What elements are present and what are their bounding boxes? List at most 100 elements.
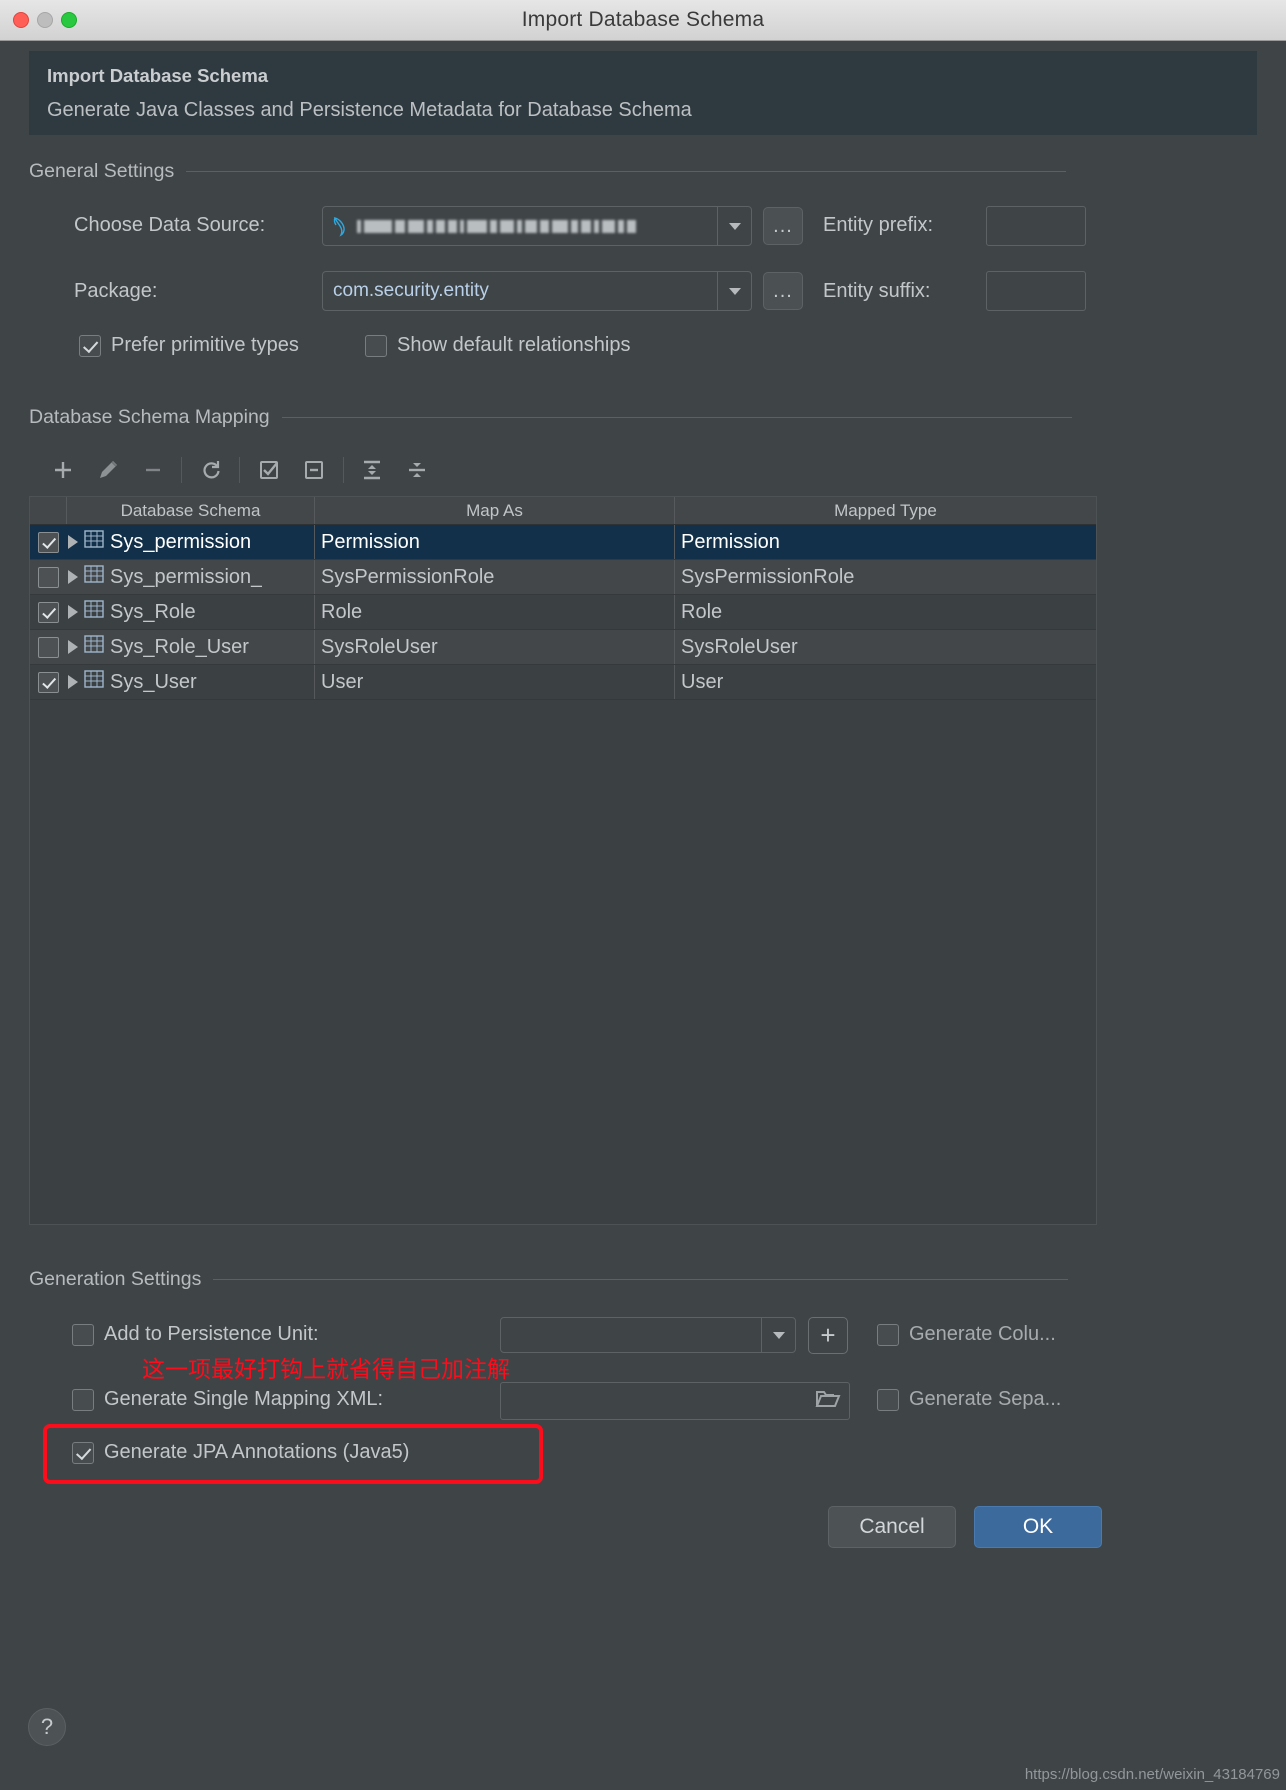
- table-row[interactable]: Sys_User User User: [30, 665, 1096, 700]
- window-titlebar: Import Database Schema: [0, 0, 1286, 41]
- row-mapped-type-cell[interactable]: Permission: [674, 525, 1096, 559]
- row-map-as-cell[interactable]: Role: [314, 595, 674, 629]
- add-button[interactable]: [40, 453, 85, 487]
- table-body: Sys_permission Permission Permission Sys_pe…: [30, 525, 1096, 700]
- general-settings-group-header: General Settings: [29, 160, 1097, 183]
- toolbar-divider: [181, 457, 183, 483]
- persistence-unit-chevron-down-icon[interactable]: [761, 1318, 795, 1352]
- row-mapped-type-cell[interactable]: Role: [674, 595, 1096, 629]
- help-button[interactable]: ?: [28, 1708, 66, 1746]
- entity-suffix-label: Entity suffix:: [823, 280, 931, 302]
- select-all-button[interactable]: [246, 453, 291, 487]
- persistence-unit-combo[interactable]: [500, 1317, 796, 1353]
- checkbox-box: [37, 531, 59, 553]
- data-source-label: Choose Data Source:: [74, 214, 266, 236]
- minimize-window-button[interactable]: [37, 12, 53, 28]
- table-row[interactable]: Sys_permission Permission Permission: [30, 525, 1096, 560]
- entity-suffix-input[interactable]: [986, 271, 1086, 311]
- expand-triangle-icon[interactable]: [68, 570, 78, 584]
- collapse-all-button[interactable]: [395, 453, 440, 487]
- row-schema-cell[interactable]: Sys_permission_: [66, 560, 314, 594]
- folder-icon[interactable]: [815, 1388, 841, 1415]
- table-row[interactable]: Sys_Role Role Role: [30, 595, 1096, 630]
- cancel-button[interactable]: Cancel: [828, 1506, 956, 1548]
- generate-single-mapping-xml-checkbox[interactable]: Generate Single Mapping XML:: [72, 1388, 383, 1411]
- column-header-database-schema[interactable]: Database Schema: [66, 497, 314, 524]
- row-mapped-type-cell[interactable]: SysPermissionRole: [674, 560, 1096, 594]
- row-map-as-cell[interactable]: SysRoleUser: [314, 630, 674, 664]
- row-map-as-cell[interactable]: User: [314, 665, 674, 699]
- package-chevron-down-icon[interactable]: [717, 272, 751, 310]
- row-mapped-type-cell[interactable]: SysRoleUser: [674, 630, 1096, 664]
- row-schema-cell[interactable]: Sys_Role_User: [66, 630, 314, 664]
- expand-triangle-icon[interactable]: [68, 640, 78, 654]
- column-header-map-as[interactable]: Map As: [314, 497, 674, 524]
- generate-columns-checkbox[interactable]: Generate Colu...: [877, 1323, 1056, 1346]
- expand-triangle-icon[interactable]: [68, 535, 78, 549]
- checkbox-box: [72, 1441, 94, 1464]
- show-default-relationships-checkbox[interactable]: Show default relationships: [365, 334, 630, 357]
- row-schema-cell[interactable]: Sys_User: [66, 665, 314, 699]
- column-header-checkbox[interactable]: [30, 497, 66, 524]
- ok-button[interactable]: OK: [974, 1506, 1102, 1548]
- row-schema-name: Sys_User: [110, 670, 197, 693]
- data-source-combo[interactable]: [322, 206, 752, 246]
- row-checkbox[interactable]: [30, 665, 66, 699]
- generate-jpa-annotations-checkbox[interactable]: Generate JPA Annotations (Java5): [72, 1441, 409, 1464]
- row-schema-name: Sys_permission_: [110, 565, 263, 588]
- row-checkbox[interactable]: [30, 630, 66, 664]
- group-divider: [213, 1279, 1069, 1280]
- zoom-window-button[interactable]: [61, 12, 77, 28]
- data-source-browse-button[interactable]: ...: [763, 207, 803, 245]
- data-source-chevron-down-icon[interactable]: [717, 207, 751, 245]
- row-mapped-type-value: Permission: [681, 530, 780, 553]
- row-map-as-cell[interactable]: SysPermissionRole: [314, 560, 674, 594]
- table-row[interactable]: Sys_Role_User SysRoleUser SysRoleUser: [30, 630, 1096, 665]
- table-row[interactable]: Sys_permission_ SysPermissionRole SysPermi…: [30, 560, 1096, 595]
- single-mapping-xml-input[interactable]: [500, 1382, 850, 1420]
- expand-all-button[interactable]: [350, 453, 395, 487]
- add-persistence-unit-button[interactable]: +: [808, 1317, 848, 1354]
- expand-triangle-icon[interactable]: [68, 605, 78, 619]
- row-checkbox[interactable]: [30, 560, 66, 594]
- row-mapped-type-value: SysPermissionRole: [681, 565, 855, 588]
- remove-button[interactable]: [130, 453, 175, 487]
- row-map-as-value: SysRoleUser: [321, 635, 438, 658]
- generate-separate-checkbox[interactable]: Generate Sepa...: [877, 1388, 1061, 1411]
- package-combo[interactable]: com.security.entity: [322, 271, 752, 311]
- prefer-primitive-types-checkbox[interactable]: Prefer primitive types: [79, 334, 299, 357]
- add-to-persistence-unit-checkbox[interactable]: Add to Persistence Unit:: [72, 1323, 319, 1346]
- package-browse-button[interactable]: ...: [763, 272, 803, 310]
- toolbar-divider: [239, 457, 241, 483]
- row-schema-name: Sys_permission: [110, 530, 252, 553]
- expand-triangle-icon[interactable]: [68, 675, 78, 689]
- table-icon: [84, 670, 104, 694]
- row-map-as-cell[interactable]: Permission: [314, 525, 674, 559]
- row-mapped-type-cell[interactable]: User: [674, 665, 1096, 699]
- mysql-dolphin-icon: [331, 215, 351, 237]
- close-window-button[interactable]: [13, 12, 29, 28]
- prefer-primitive-types-label: Prefer primitive types: [111, 334, 299, 356]
- row-mapped-type-value: User: [681, 670, 724, 693]
- edit-button[interactable]: [85, 453, 130, 487]
- column-header-mapped-type[interactable]: Mapped Type: [674, 497, 1096, 524]
- table-icon: [84, 530, 104, 554]
- show-default-relationships-label: Show default relationships: [397, 334, 631, 356]
- refresh-button[interactable]: [188, 453, 233, 487]
- schema-mapping-table[interactable]: Database Schema Map As Mapped Type Sys_p…: [29, 496, 1097, 1225]
- row-schema-name: Sys_Role: [110, 600, 196, 623]
- entity-prefix-input[interactable]: [986, 206, 1086, 246]
- row-mapped-type-value: SysRoleUser: [681, 635, 798, 658]
- row-schema-cell[interactable]: Sys_permission: [66, 525, 314, 559]
- row-checkbox[interactable]: [30, 595, 66, 629]
- toolbar-divider: [342, 457, 344, 483]
- checkbox-box: [37, 671, 59, 693]
- package-label: Package:: [74, 280, 158, 302]
- deselect-all-button[interactable]: [292, 453, 337, 487]
- group-divider: [281, 417, 1072, 418]
- import-database-schema-dialog: Import Database Schema Import Database S…: [0, 0, 1286, 1790]
- generate-separate-label: Generate Sepa...: [909, 1388, 1062, 1410]
- checkbox-box: [72, 1323, 94, 1346]
- row-checkbox[interactable]: [30, 525, 66, 559]
- row-schema-cell[interactable]: Sys_Role: [66, 595, 314, 629]
